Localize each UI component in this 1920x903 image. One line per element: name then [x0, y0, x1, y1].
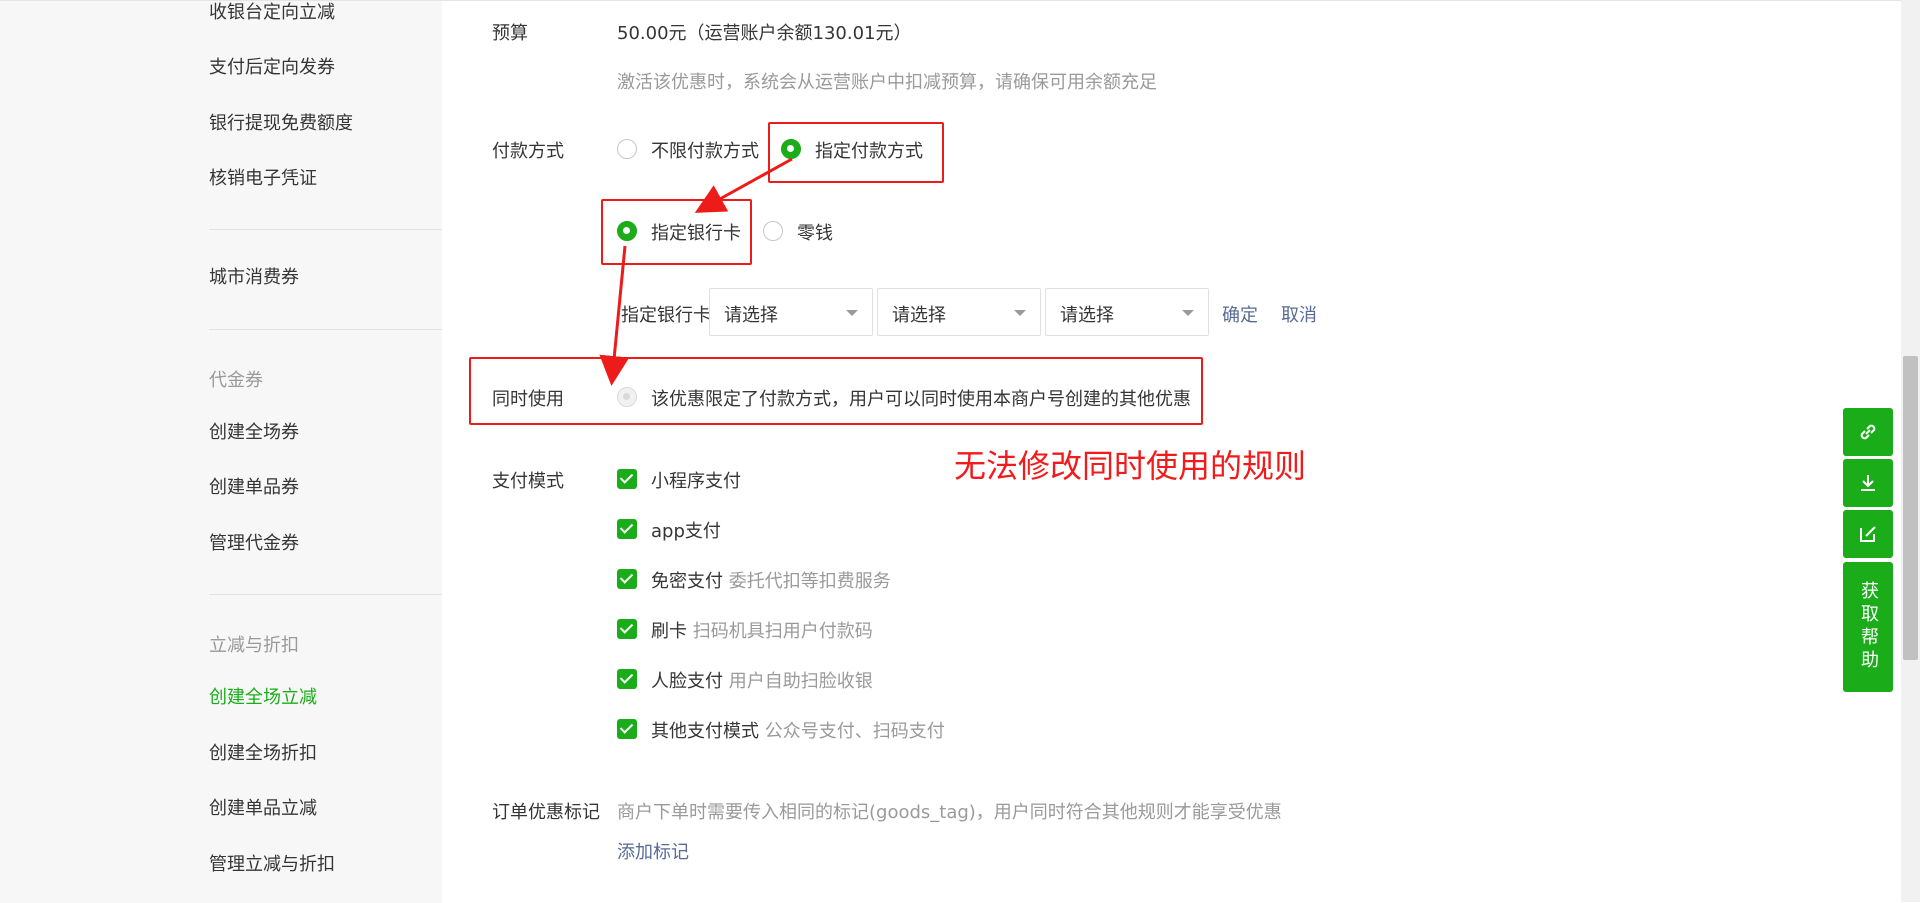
sidebar-item-post-pay-coupon[interactable]: 支付后定向发券 [209, 56, 335, 80]
checkbox-mini-program[interactable] [617, 469, 637, 489]
checkbox-mini-program-label[interactable]: 小程序支付 [651, 467, 741, 493]
sidebar-item-create-full-discount[interactable]: 创建全场折扣 [209, 742, 317, 766]
chevron-down-icon [1014, 310, 1026, 316]
float-edit-button[interactable] [1843, 510, 1893, 558]
cancel-link[interactable]: 取消 [1281, 301, 1317, 327]
sidebar-item-create-single-coupon[interactable]: 创建单品券 [209, 476, 299, 500]
sidebar-item-e-voucher[interactable]: 核销电子凭证 [209, 167, 317, 191]
float-download-button[interactable] [1843, 459, 1893, 507]
radio-unlimited-payment-label[interactable]: 不限付款方式 [651, 137, 759, 163]
card-swipe-label-text: 刷卡 [651, 621, 687, 642]
annotation-box-bank-card [601, 199, 752, 265]
annotation-box-concurrent-use [469, 357, 1203, 425]
annotation-text: 无法修改同时使用的规则 [954, 447, 1307, 485]
radio-change-balance[interactable] [763, 221, 783, 241]
checkbox-app-pay[interactable] [617, 519, 637, 539]
checkbox-face-pay[interactable] [617, 669, 637, 689]
sidebar-divider [209, 594, 442, 595]
sidebar-item-create-single-reduction[interactable]: 创建单品立减 [209, 797, 317, 821]
chevron-down-icon [846, 310, 858, 316]
bank-select-1[interactable]: 请选择 [709, 288, 873, 336]
bank-select-2[interactable]: 请选择 [877, 288, 1041, 336]
sidebar-item-create-full-coupon[interactable]: 创建全场券 [209, 421, 299, 445]
sidebar: 收银台定向立减 支付后定向发券 银行提现免费额度 核销电子凭证 城市消费券 代金… [0, 0, 442, 903]
checkbox-card-swipe-label[interactable]: 刷卡 扫码机具扫用户付款码 [651, 617, 873, 643]
bank-select-3-value: 请选择 [1060, 305, 1114, 326]
sidebar-group-voucher: 代金券 [209, 370, 263, 391]
payment-method-label: 付款方式 [492, 141, 564, 162]
checkbox-face-pay-label[interactable]: 人脸支付 用户自助扫脸收银 [651, 667, 873, 693]
sidebar-group-discount: 立减与折扣 [209, 635, 299, 656]
link-icon [1860, 424, 1876, 440]
bank-select-1-value: 请选择 [724, 305, 778, 326]
pay-mode-label: 支付模式 [492, 471, 564, 492]
budget-value: 50.00元（运营账户余额130.01元） [617, 23, 912, 44]
password-free-label-text: 免密支付 [651, 571, 723, 592]
bank-card-select-label: 指定银行卡 [621, 305, 711, 326]
checkbox-other-pay-label[interactable]: 其他支付模式 公众号支付、扫码支付 [651, 717, 945, 743]
get-help-button[interactable]: 获取帮助 [1843, 562, 1893, 692]
download-icon [1861, 475, 1875, 491]
edit-icon [1860, 526, 1876, 542]
sidebar-divider [209, 229, 442, 230]
float-link-button[interactable] [1843, 408, 1893, 456]
bank-select-2-value: 请选择 [892, 305, 946, 326]
bank-select-3[interactable]: 请选择 [1045, 288, 1209, 336]
checkbox-other-pay[interactable] [617, 719, 637, 739]
sidebar-item-manage-reduction[interactable]: 管理立减与折扣 [209, 853, 335, 877]
radio-change-balance-label[interactable]: 零钱 [797, 219, 833, 245]
card-swipe-hint: 扫码机具扫用户付款码 [692, 621, 873, 642]
sidebar-item-manage-voucher[interactable]: 管理代金券 [209, 532, 299, 556]
face-pay-hint: 用户自助扫脸收银 [728, 671, 873, 692]
password-free-hint: 委托代扣等扣费服务 [728, 571, 891, 592]
confirm-link[interactable]: 确定 [1222, 301, 1258, 327]
annotation-box-specified-payment [768, 122, 944, 183]
add-tag-link[interactable]: 添加标记 [617, 838, 689, 864]
checkbox-card-swipe[interactable] [617, 619, 637, 639]
chevron-down-icon [1182, 310, 1194, 316]
sidebar-divider [209, 329, 442, 330]
other-pay-hint: 公众号支付、扫码支付 [764, 721, 945, 742]
checkbox-password-free-label[interactable]: 免密支付 委托代扣等扣费服务 [651, 567, 891, 593]
sidebar-item-create-full-reduction[interactable]: 创建全场立减 [209, 686, 317, 710]
sidebar-item-cashier-discount[interactable]: 收银台定向立减 [209, 1, 335, 25]
budget-label: 预算 [492, 23, 528, 44]
order-tag-label: 订单优惠标记 [492, 802, 600, 823]
radio-unlimited-payment[interactable] [617, 139, 637, 159]
sidebar-item-city-coupon[interactable]: 城市消费券 [209, 266, 299, 290]
scrollbar-thumb[interactable] [1903, 356, 1918, 660]
sidebar-item-bank-withdraw[interactable]: 银行提现免费额度 [209, 112, 353, 136]
other-pay-label-text: 其他支付模式 [651, 721, 759, 742]
budget-hint: 激活该优惠时，系统会从运营账户中扣减预算，请确保可用余额充足 [617, 72, 1157, 93]
scrollbar[interactable] [1901, 0, 1920, 902]
checkbox-app-pay-label[interactable]: app支付 [651, 517, 721, 543]
face-pay-label-text: 人脸支付 [651, 671, 723, 692]
order-tag-hint: 商户下单时需要传入相同的标记(goods_tag)，用户同时符合其他规则才能享受… [617, 802, 1282, 823]
checkbox-password-free[interactable] [617, 569, 637, 589]
